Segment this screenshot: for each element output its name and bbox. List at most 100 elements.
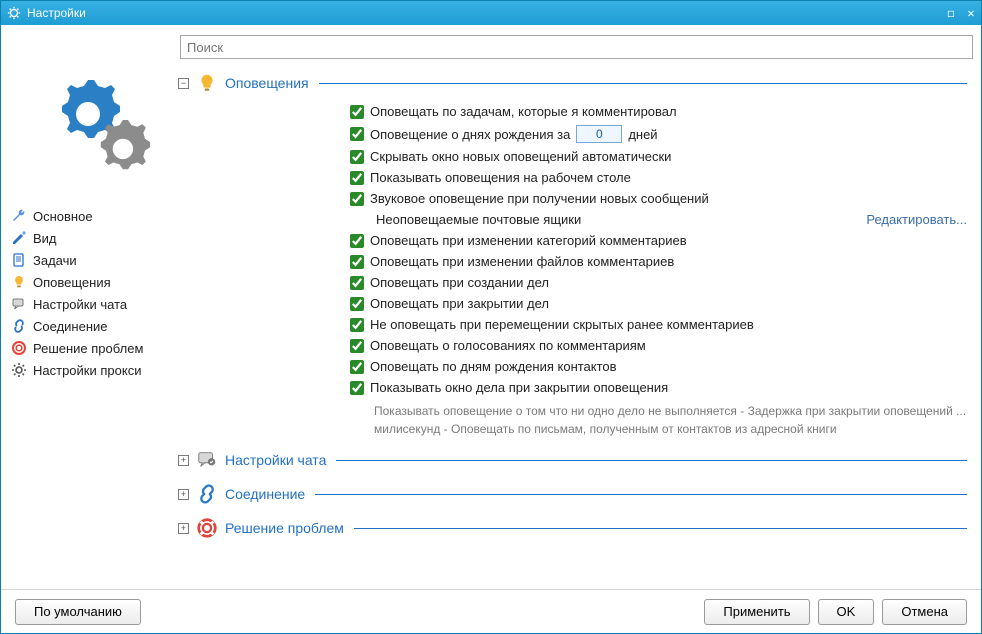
brush-icon — [11, 230, 27, 246]
option-label: Оповещать при изменении категорий коммен… — [370, 233, 687, 248]
nav-label: Настройки чата — [33, 297, 127, 312]
section-title: Решение проблем — [225, 520, 344, 536]
lifebuoy-icon — [195, 516, 219, 540]
close-button[interactable]: ✕ — [961, 6, 981, 20]
option-checkbox[interactable] — [350, 276, 364, 290]
option-label: Оповещение о днях рождения за — [370, 127, 570, 142]
edit-mailboxes-link[interactable]: Редактировать... — [866, 212, 967, 227]
gear-small-icon — [7, 6, 21, 20]
option-checkbox[interactable] — [350, 150, 364, 164]
nav-item-0[interactable]: Основное — [7, 205, 170, 227]
nav-label: Задачи — [33, 253, 77, 268]
expand-toggle-icon[interactable]: + — [178, 455, 189, 466]
option-checkbox[interactable] — [350, 318, 364, 332]
scroll-area[interactable]: − Оповещения Оповещать по задачам, котор… — [178, 65, 973, 589]
option-checkbox[interactable] — [350, 171, 364, 185]
option-row: Оповещать по дням рождения контактов — [350, 356, 967, 377]
option-label: Звуковое оповещение при получении новых … — [370, 191, 709, 206]
wrench-icon — [11, 208, 27, 224]
option-row: Оповещать при изменении файлов комментар… — [350, 251, 967, 272]
option-checkbox[interactable] — [350, 127, 364, 141]
nav-item-2[interactable]: Задачи — [7, 249, 170, 271]
gear-icon — [11, 362, 27, 378]
section-title: Настройки чата — [225, 452, 326, 468]
section-title: Соединение — [225, 486, 305, 502]
link-icon — [195, 482, 219, 506]
option-checkbox[interactable] — [350, 360, 364, 374]
option-checkbox[interactable] — [350, 192, 364, 206]
window-title: Настройки — [27, 6, 86, 20]
expand-toggle-icon[interactable]: + — [178, 489, 189, 500]
sidebar: Основное Вид Задачи Оповещения Настройки чат… — [1, 25, 176, 589]
option-checkbox[interactable] — [350, 297, 364, 311]
option-row: Оповещать при создании дел — [350, 272, 967, 293]
nav-label: Основное — [33, 209, 93, 224]
bulb-icon — [195, 71, 219, 95]
option-checkbox[interactable] — [350, 339, 364, 353]
apply-button[interactable]: Применить — [704, 599, 809, 625]
link-icon — [11, 318, 27, 334]
section-troubleshoot: + Решение проблем — [178, 516, 967, 540]
section-notifications: − Оповещения Оповещать по задачам, котор… — [178, 71, 967, 438]
option-row: Скрывать окно новых оповещений автоматич… — [350, 146, 967, 167]
section-connection: + Соединение — [178, 482, 967, 506]
option-row: Неоповещаемые почтовые ящики Редактироват… — [350, 209, 967, 230]
nav-item-3[interactable]: Оповещения — [7, 271, 170, 293]
maximize-button[interactable]: ◻ — [941, 6, 961, 20]
titlebar: Настройки ◻ ✕ — [1, 1, 981, 25]
option-label: Показывать оповещения на рабочем столе — [370, 170, 631, 185]
bulb-icon — [11, 274, 27, 290]
mailboxes-label: Неоповещаемые почтовые ящики — [376, 212, 581, 227]
nav-item-1[interactable]: Вид — [7, 227, 170, 249]
options-footnote: Показывать оповещение о том что ни одно … — [350, 398, 967, 438]
option-row: Оповещать о голосованиях по комментариям — [350, 335, 967, 356]
settings-window: Настройки ◻ ✕ — [0, 0, 982, 634]
option-row: Оповещать при изменении категорий коммен… — [350, 230, 967, 251]
option-label: Оповещать по дням рождения контактов — [370, 359, 617, 374]
expand-toggle-icon[interactable]: + — [178, 523, 189, 534]
search-input[interactable] — [180, 35, 973, 59]
option-label: Оповещать при закрытии дел — [370, 296, 549, 311]
nav-item-4[interactable]: Настройки чата — [7, 293, 170, 315]
option-label: Оповещать по задачам, которые я комменти… — [370, 104, 677, 119]
nav-label: Решение проблем — [33, 341, 143, 356]
doc-icon — [11, 252, 27, 268]
days-suffix: дней — [628, 127, 657, 142]
option-row: Показывать оповещения на рабочем столе — [350, 167, 967, 188]
option-checkbox[interactable] — [350, 381, 364, 395]
option-row: Показывать окно дела при закрытии оповещ… — [350, 377, 967, 398]
option-row: Звуковое оповещение при получении новых … — [350, 188, 967, 209]
option-row: Оповещать при закрытии дел — [350, 293, 967, 314]
cancel-button[interactable]: Отмена — [882, 599, 967, 625]
default-button[interactable]: По умолчанию — [15, 599, 141, 625]
settings-logo — [7, 35, 170, 195]
main-panel: − Оповещения Оповещать по задачам, котор… — [176, 25, 981, 589]
option-checkbox[interactable] — [350, 255, 364, 269]
option-checkbox[interactable] — [350, 105, 364, 119]
nav-label: Оповещения — [33, 275, 111, 290]
collapse-toggle-icon[interactable]: − — [178, 78, 189, 89]
option-row: Не оповещать при перемещении скрытых ран… — [350, 314, 967, 335]
option-label: Оповещать при создании дел — [370, 275, 549, 290]
nav-list: Основное Вид Задачи Оповещения Настройки чат… — [7, 205, 170, 381]
option-row: Оповещать по задачам, которые я комменти… — [350, 101, 967, 122]
nav-label: Настройки прокси — [33, 363, 141, 378]
nav-label: Соединение — [33, 319, 108, 334]
option-label: Оповещать о голосованиях по комментариям — [370, 338, 646, 353]
nav-label: Вид — [33, 231, 57, 246]
birthday-days-input[interactable] — [576, 125, 622, 143]
option-label: Не оповещать при перемещении скрытых ран… — [370, 317, 754, 332]
option-row: Оповещение о днях рождения за дней — [350, 122, 967, 146]
nav-item-5[interactable]: Соединение — [7, 315, 170, 337]
option-checkbox[interactable] — [350, 234, 364, 248]
ok-button[interactable]: OK — [818, 599, 875, 625]
nav-item-7[interactable]: Настройки прокси — [7, 359, 170, 381]
section-title: Оповещения — [225, 75, 309, 91]
option-label: Показывать окно дела при закрытии оповещ… — [370, 380, 668, 395]
chat-icon — [195, 448, 219, 472]
lifebuoy-icon — [11, 340, 27, 356]
footer: По умолчанию Применить OK Отмена — [1, 589, 981, 633]
nav-item-6[interactable]: Решение проблем — [7, 337, 170, 359]
chat-icon — [11, 296, 27, 312]
option-label: Оповещать при изменении файлов комментар… — [370, 254, 674, 269]
